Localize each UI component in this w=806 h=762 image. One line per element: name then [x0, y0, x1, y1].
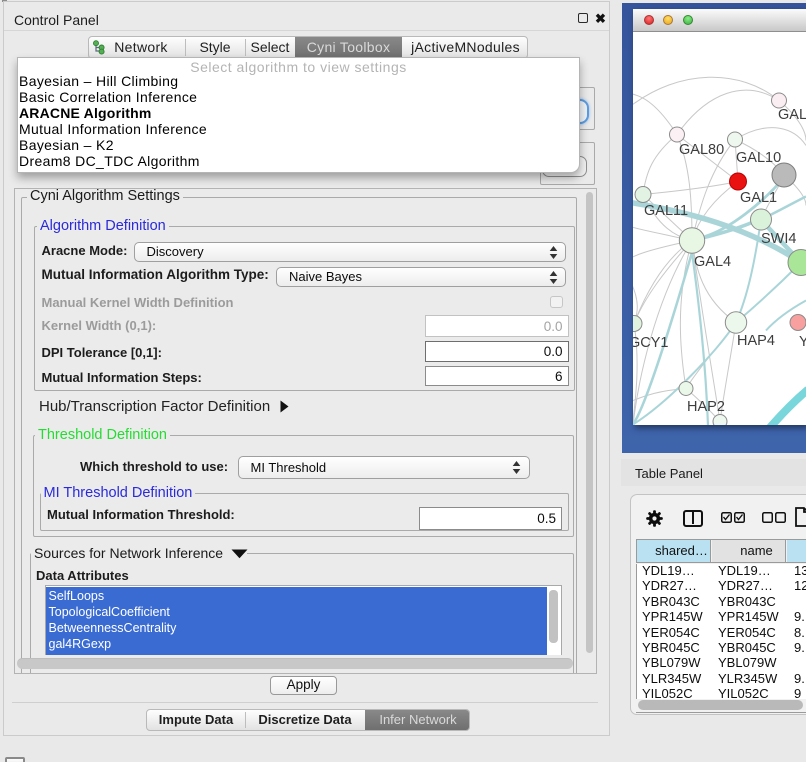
svg-text:Y: Y — [799, 334, 806, 350]
svg-text:GAL11: GAL11 — [644, 203, 688, 219]
svg-text:HAP2: HAP2 — [687, 399, 725, 415]
svg-text:HAP4: HAP4 — [737, 333, 775, 349]
svg-text:GAL80: GAL80 — [679, 142, 724, 158]
svg-text:GAL10: GAL10 — [736, 150, 781, 166]
svg-text:GAL: GAL — [778, 107, 806, 123]
svg-text:GCY1: GCY1 — [633, 335, 669, 351]
svg-text:SWI4: SWI4 — [761, 231, 796, 247]
svg-text:GAL4: GAL4 — [694, 254, 731, 270]
svg-text:GAL1: GAL1 — [740, 190, 777, 206]
